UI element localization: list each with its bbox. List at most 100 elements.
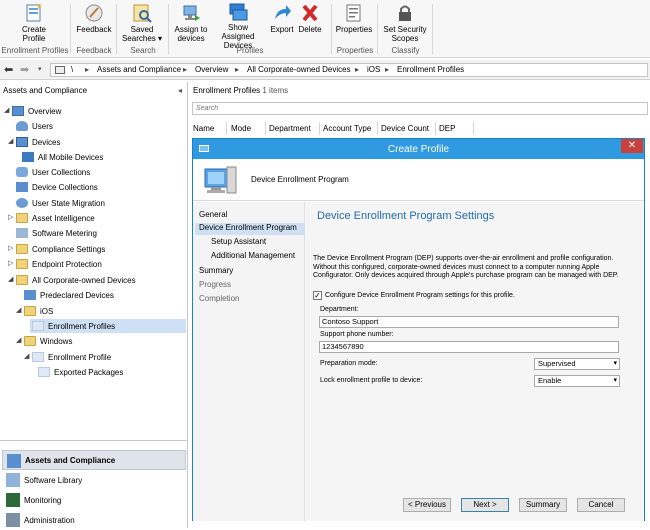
wizard-content: Device Enrollment Program Settings The D… (305, 202, 644, 521)
tree-item-asset-intelligence[interactable]: Asset Intelligence (16, 211, 95, 225)
security-scopes-label-1: Set Security (383, 25, 427, 34)
create-profile-label-2: Profile (22, 34, 46, 43)
expand-icon[interactable]: ▷ (8, 244, 13, 252)
column-header-name[interactable]: Name (190, 122, 227, 135)
expand-icon[interactable]: ◢ (24, 352, 29, 360)
tree-item-label: All Mobile Devices (38, 152, 104, 162)
workspace-administration[interactable]: Administration (2, 510, 186, 530)
column-header-account-type[interactable]: Account Type (320, 122, 378, 135)
column-header-mode[interactable]: Mode (228, 122, 266, 135)
assign-label-1: Assign to (174, 25, 208, 34)
delete-button[interactable]: Delete (296, 0, 324, 46)
nav-summary[interactable]: Summary (199, 266, 233, 278)
search-input[interactable] (192, 102, 648, 115)
breadcrumb-separator: ▸ (355, 65, 360, 74)
folder-icon (24, 306, 36, 316)
column-header-dep[interactable]: DEP (436, 122, 474, 135)
close-icon[interactable]: ✕ (621, 139, 643, 153)
breadcrumb-enrollment-profiles[interactable]: Enrollment Profiles (397, 65, 464, 74)
breadcrumb-ios[interactable]: iOS (367, 65, 380, 74)
tree-item-devices[interactable]: Devices (16, 135, 60, 149)
expand-icon[interactable]: ◢ (16, 306, 21, 314)
chevron-down-icon: ▾ (613, 377, 617, 384)
tree-item-overview[interactable]: Overview (12, 104, 61, 118)
group-label-enrollment-profiles: Enrollment Profiles (1, 46, 69, 55)
expand-icon[interactable]: ▷ (8, 213, 13, 221)
workspace-label: Administration (24, 515, 75, 525)
workspace-software-library[interactable]: Software Library (2, 470, 186, 490)
tree-item-user-state-migration[interactable]: User State Migration (16, 196, 105, 210)
expand-icon[interactable]: ◢ (8, 275, 13, 283)
dialog-header-text: Device Enrollment Program (251, 175, 349, 184)
dialog-titlebar[interactable]: Create Profile ✕ (193, 139, 644, 159)
tree-item-windows[interactable]: Windows (24, 334, 72, 348)
nav-general[interactable]: General (199, 210, 227, 222)
expand-icon[interactable]: ◢ (16, 336, 21, 344)
department-field[interactable]: Contoso Support (319, 316, 619, 328)
saved-searches-icon (132, 2, 152, 24)
export-button[interactable]: Export (268, 0, 296, 46)
tree-item-label: Enrollment Profiles (48, 321, 116, 331)
workspace-monitoring[interactable]: Monitoring (2, 490, 186, 510)
previous-button[interactable]: < Previous (403, 498, 451, 512)
tree-item-compliance-settings[interactable]: Compliance Settings (16, 242, 105, 256)
collapse-pane-icon[interactable]: ◂ (178, 86, 182, 95)
cancel-button[interactable]: Cancel (577, 498, 625, 512)
back-arrow-icon[interactable]: ⬅ (4, 63, 13, 76)
breadcrumb[interactable]: \ ▸ Assets and Compliance ▸ Overview ▸ A… (50, 63, 648, 77)
properties-icon (344, 2, 364, 24)
support-phone-field[interactable]: 1234567890 (319, 341, 619, 353)
forward-arrow-icon[interactable]: ➡ (20, 63, 29, 76)
tree-item-endpoint-protection[interactable]: Endpoint Protection (16, 257, 102, 271)
tree-item-users[interactable]: Users (16, 119, 53, 133)
workspace-assets-and-compliance[interactable]: Assets and Compliance (2, 450, 186, 470)
create-profile-label-1: Create (21, 25, 46, 34)
breadcrumb-root[interactable]: \ (71, 65, 73, 74)
saved-searches-button[interactable]: Saved Searches ▾ (120, 0, 164, 46)
create-profile-button[interactable]: Create Profile (10, 0, 58, 46)
computer-icon (204, 166, 237, 194)
nav-progress: Progress (199, 280, 232, 289)
preparation-mode-select[interactable]: Supervised ▾ (534, 358, 620, 370)
next-button[interactable]: Next > (461, 498, 509, 512)
history-dropdown-icon[interactable]: ▾ (38, 65, 42, 73)
column-header-department[interactable]: Department (266, 122, 320, 135)
nav-device-enrollment-program[interactable]: Device Enrollment Program (195, 223, 305, 235)
configure-dep-checkbox[interactable]: ✓ (313, 291, 322, 300)
breadcrumb-overview[interactable]: Overview (195, 65, 228, 74)
breadcrumb-assets-and-compliance[interactable]: Assets and Compliance (97, 65, 181, 74)
users-icon (16, 121, 28, 131)
tree-item-label: Compliance Settings (32, 244, 106, 254)
tree-item-all-corporate-owned-devices[interactable]: All Corporate-owned Devices (16, 273, 136, 287)
tree-item-exported-packages[interactable]: Exported Packages (38, 365, 123, 379)
tree-item-software-metering[interactable]: Software Metering (16, 226, 97, 240)
tree-item-user-collections[interactable]: User Collections (16, 165, 90, 179)
lock-profile-select[interactable]: Enable ▾ (534, 375, 620, 387)
nav-setup-assistant[interactable]: Setup Assistant (211, 237, 266, 249)
set-security-scopes-button[interactable]: Set Security Scopes (381, 0, 429, 46)
breadcrumb-all-corporate-owned-devices[interactable]: All Corporate-owned Devices (247, 65, 351, 74)
tree-item-ios[interactable]: iOS (24, 304, 53, 318)
summary-button[interactable]: Summary (519, 498, 567, 512)
nav-additional-management[interactable]: Additional Management (211, 251, 295, 263)
expand-icon[interactable]: ◢ (8, 137, 13, 145)
tree-item-all-mobile-devices[interactable]: All Mobile Devices (22, 150, 103, 164)
assign-to-devices-button[interactable]: Assign to devices (172, 0, 210, 46)
tree-item-predeclared-devices[interactable]: Predeclared Devices (24, 288, 114, 302)
show-assigned-devices-button[interactable]: Show Assigned Devices (211, 0, 265, 50)
group-label-profiles: Profiles (236, 46, 264, 55)
export-icon (272, 2, 292, 24)
feedback-button[interactable]: Feedback (74, 0, 114, 46)
results-title-text: Enrollment Profiles (193, 86, 261, 95)
properties-button[interactable]: Properties (334, 0, 374, 46)
expand-icon[interactable]: ◢ (4, 106, 9, 114)
expand-icon[interactable]: ▷ (8, 259, 13, 267)
tree-item-label: Users (32, 121, 53, 131)
description-text: The Device Enrollment Program (DEP) supp… (313, 255, 619, 279)
delete-label: Delete (298, 25, 322, 34)
tree-item-enrollment-profiles[interactable]: Enrollment Profiles (30, 319, 186, 333)
tree-item-enrollment-profile[interactable]: Enrollment Profile (32, 350, 111, 364)
column-header-device-count[interactable]: Device Count (378, 122, 436, 135)
tree-item-device-collections[interactable]: Device Collections (16, 180, 98, 194)
feedback-icon (84, 2, 104, 24)
